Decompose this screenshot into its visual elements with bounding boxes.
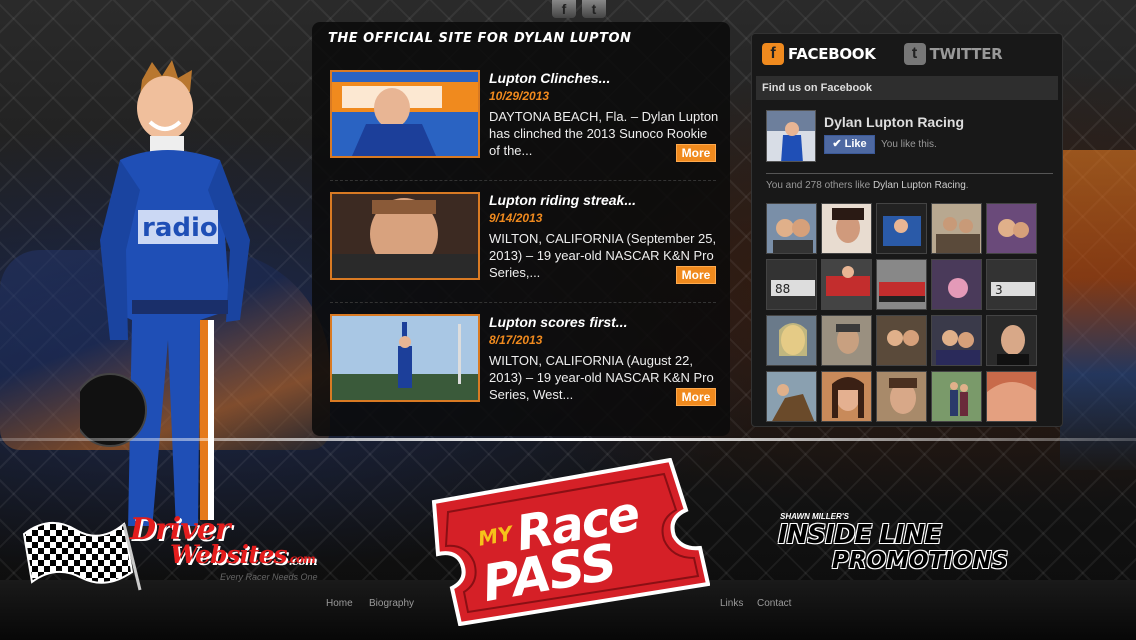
myracepass-logo[interactable]: MY Race PASS [420,457,711,627]
tab-label: FACEBOOK [788,45,876,63]
svg-text:88: 88 [775,282,790,296]
fan-avatar[interactable] [876,371,927,422]
fan-avatar[interactable] [931,203,982,254]
ilp-main-text: INSIDE LINE [778,520,942,550]
fan-avatar[interactable] [931,371,982,422]
more-button[interactable]: More [676,388,716,406]
twitter-icon[interactable]: t [582,0,606,18]
tab-label: TWITTER [929,45,1003,63]
more-button[interactable]: More [676,144,716,162]
news-headline[interactable]: Lupton riding streak... [489,192,636,208]
social-panel: f FACEBOOK t TWITTER Find us on Facebook… [751,33,1063,427]
fan-avatar[interactable] [821,371,872,422]
find-us-header[interactable]: Find us on Facebook [756,76,1058,100]
news-item: Lupton Clinches... 10/29/2013 DAYTONA BE… [330,70,722,174]
divider-line [0,438,1136,441]
driver-websites-com: .com [286,552,316,566]
news-item: Lupton scores first... 8/17/2013 WILTON,… [330,314,722,418]
inside-line-promotions-logo[interactable]: SHAWN MILLER'S INSIDE LINE PROMOTIONS [778,512,1088,578]
driver-websites-tagline: Every Racer Needs One [220,572,318,582]
fan-avatar[interactable] [821,315,872,366]
news-date: 9/14/2013 [489,211,543,225]
news-thumbnail[interactable] [330,314,480,402]
news-headline[interactable]: Lupton scores first... [489,314,627,330]
top-social-icons: f t [552,0,606,18]
facebook-page-card: Dylan Lupton Racing ✔ Like You like this… [766,110,1056,166]
fan-avatar[interactable] [986,315,1037,366]
fan-avatar[interactable] [821,203,872,254]
more-button[interactable]: More [676,266,716,284]
fan-avatar[interactable] [876,203,927,254]
fan-avatar[interactable] [931,315,982,366]
news-panel: THE OFFICIAL SITE FOR DYLAN LUPTON Lupto… [312,22,730,436]
fan-avatar[interactable] [766,203,817,254]
like-label: Like [844,138,867,150]
nav-links[interactable]: Links [720,598,743,609]
fan-avatar[interactable] [766,315,817,366]
nav-biography[interactable]: Biography [369,598,414,609]
nav-home[interactable]: Home [326,598,353,609]
fan-avatar[interactable] [986,371,1037,422]
site-title: THE OFFICIAL SITE FOR DYLAN LUPTON [328,31,632,46]
driver-websites-logo[interactable]: Driver Websites.com Every Racer Needs On… [20,494,380,594]
fan-avatar[interactable]: 3 [986,259,1037,310]
ilp-sub-text: PROMOTIONS [832,548,1009,574]
like-count-prefix: You and 278 others like [766,180,873,191]
fan-avatar[interactable]: 88 [766,259,817,310]
news-date: 8/17/2013 [489,333,543,347]
news-separator [330,302,716,303]
fan-avatar[interactable] [876,259,927,310]
like-count-suffix: . [965,180,969,191]
news-thumbnail[interactable] [330,70,480,158]
facebook-icon[interactable]: f [552,0,576,18]
divider [766,173,1053,174]
news-item: Lupton riding streak... 9/14/2013 WILTON… [330,192,722,296]
fan-avatar[interactable] [986,203,1037,254]
like-count: You and 278 others like Dylan Lupton Rac… [766,180,969,191]
news-headline[interactable]: Lupton Clinches... [489,70,610,86]
like-button[interactable]: ✔ Like [824,135,875,154]
tab-twitter[interactable]: t TWITTER [903,43,1003,65]
svg-text:radio: radio [142,213,218,243]
svg-text:3: 3 [995,283,1003,297]
twitter-icon: t [903,43,926,65]
nav-contact[interactable]: Contact [757,598,791,609]
like-count-link[interactable]: Dylan Lupton Racing [873,180,966,191]
fan-avatar[interactable] [821,259,872,310]
page-avatar[interactable] [766,110,816,162]
social-tabs: f FACEBOOK t TWITTER [762,43,1003,65]
fan-avatar[interactable] [766,371,817,422]
news-separator [330,180,716,181]
driver-websites-text: Websites.com [170,540,316,569]
news-thumbnail[interactable] [330,192,480,280]
fan-avatar[interactable] [931,259,982,310]
news-date: 10/29/2013 [489,89,550,103]
page-name[interactable]: Dylan Lupton Racing [824,114,964,130]
tab-facebook[interactable]: f FACEBOOK [762,43,876,65]
background-race-car-right [1060,150,1136,470]
fan-avatar[interactable] [876,315,927,366]
you-like-text: You like this. [881,139,937,150]
driver-websites-word: Websites [170,540,288,569]
facebook-icon: f [762,43,784,65]
